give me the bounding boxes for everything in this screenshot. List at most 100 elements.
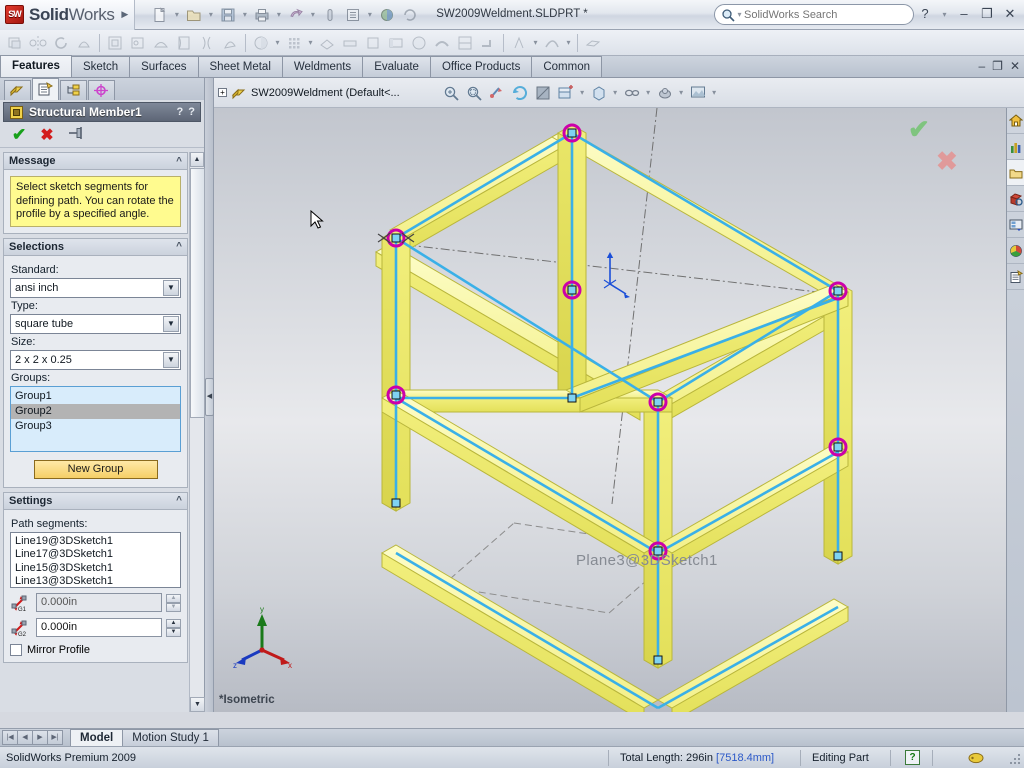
- tab-motion-study-1[interactable]: Motion Study 1: [122, 729, 219, 746]
- rotate-view-icon[interactable]: [509, 82, 531, 104]
- zoom-in-out-icon[interactable]: [486, 82, 508, 104]
- draft-icon[interactable]: [127, 32, 149, 54]
- instant3d-caret-icon[interactable]: ▾: [531, 38, 540, 47]
- display-style-view-caret-icon[interactable]: ▾: [611, 88, 620, 97]
- path-segments-listbox[interactable]: Line19@3DSketch1 Line17@3DSketch1 Line15…: [10, 532, 181, 588]
- curve-caret-icon[interactable]: ▾: [564, 38, 573, 47]
- trim-extend-icon[interactable]: [362, 32, 384, 54]
- whats-new-help-icon[interactable]: ?: [177, 106, 184, 118]
- undo-caret-icon[interactable]: ▾: [308, 10, 317, 19]
- flex-icon[interactable]: [196, 32, 218, 54]
- scroll-up-arrow-icon[interactable]: ▲: [190, 152, 204, 167]
- reference-geometry-icon[interactable]: [582, 32, 604, 54]
- settings-section-header[interactable]: Settings ^: [4, 493, 187, 510]
- tab-surfaces[interactable]: Surfaces: [129, 56, 198, 77]
- document-restore-button[interactable]: ❐: [992, 59, 1003, 73]
- feature-manager-tree-tab[interactable]: [4, 80, 31, 100]
- frame-member-mid-cross-left[interactable]: [382, 390, 658, 567]
- list-item[interactable]: Group1: [11, 389, 180, 404]
- tab-features[interactable]: Features: [0, 55, 72, 77]
- document-minimize-button[interactable]: –: [978, 59, 985, 73]
- configuration-manager-tab[interactable]: [60, 80, 87, 100]
- size-chevron-down-icon[interactable]: ▼: [163, 352, 179, 368]
- gusset-icon[interactable]: [408, 32, 430, 54]
- mirror-profile-row[interactable]: Mirror Profile: [10, 644, 181, 656]
- list-item[interactable]: Line17@3DSketch1: [15, 548, 176, 562]
- display-style-icon[interactable]: [250, 32, 272, 54]
- task-pane-custom-properties-icon[interactable]: [1007, 264, 1024, 290]
- new-document-caret-icon[interactable]: ▾: [172, 10, 181, 19]
- cancel-button[interactable]: ✖: [40, 125, 53, 145]
- tab-common[interactable]: Common: [531, 56, 602, 77]
- selections-collapse-chevron-icon[interactable]: ^: [176, 241, 182, 252]
- keep-visible-pin-icon[interactable]: [68, 126, 86, 143]
- curve-icon[interactable]: [541, 32, 563, 54]
- task-pane-scenes-icon[interactable]: [1007, 238, 1024, 264]
- resize-grip[interactable]: [1010, 754, 1022, 766]
- standard-chevron-down-icon[interactable]: ▼: [163, 280, 179, 296]
- edit-appearance-icon[interactable]: [654, 82, 676, 104]
- dimxpert-manager-tab[interactable]: [88, 80, 115, 100]
- select-icon[interactable]: [319, 4, 340, 25]
- selections-section-header[interactable]: Selections ^: [4, 239, 187, 256]
- close-button[interactable]: ✕: [1002, 6, 1018, 22]
- task-pane-design-library-icon[interactable]: [1007, 134, 1024, 160]
- tab-model[interactable]: Model: [70, 729, 123, 746]
- sheet-metal-icon[interactable]: [477, 32, 499, 54]
- save-caret-icon[interactable]: ▾: [240, 10, 249, 19]
- weldment-icon[interactable]: [316, 32, 338, 54]
- section-view-icon[interactable]: [532, 82, 554, 104]
- open-caret-icon[interactable]: ▾: [206, 10, 215, 19]
- list-item[interactable]: Group3: [11, 419, 180, 434]
- end-cap-icon[interactable]: [385, 32, 407, 54]
- print-icon[interactable]: [251, 4, 272, 25]
- help-icon[interactable]: ?: [188, 106, 195, 118]
- zoom-to-area-icon[interactable]: [463, 82, 485, 104]
- type-chevron-down-icon[interactable]: ▼: [163, 316, 179, 332]
- options-caret-icon[interactable]: ▾: [365, 10, 374, 19]
- weld-bead-icon[interactable]: [431, 32, 453, 54]
- print-caret-icon[interactable]: ▾: [274, 10, 283, 19]
- cut-list-icon[interactable]: [454, 32, 476, 54]
- help-button[interactable]: ?: [917, 6, 933, 22]
- graphics-viewport[interactable]: Plane3@3DSketch1 ✔ ✖ y x z *Isometric: [214, 108, 1006, 712]
- edit-part-icon[interactable]: [4, 32, 26, 54]
- mirror-profile-checkbox[interactable]: [10, 644, 22, 656]
- property-manager-scrollbar[interactable]: ▲ ▼: [189, 152, 204, 712]
- options-icon[interactable]: [342, 4, 363, 25]
- edit-appearance-caret-icon[interactable]: ▾: [677, 88, 686, 97]
- menu-expand-caret-icon[interactable]: ▶: [121, 9, 128, 20]
- standard-select[interactable]: ansi inch ▼: [10, 278, 181, 298]
- status-help-icon[interactable]: ?: [905, 750, 920, 765]
- minimize-button[interactable]: –: [956, 6, 972, 22]
- ok-button[interactable]: ✔: [12, 125, 26, 145]
- wrap-icon[interactable]: [173, 32, 195, 54]
- tab-office-products[interactable]: Office Products: [430, 56, 532, 77]
- document-close-button[interactable]: ✕: [1010, 59, 1020, 73]
- hide-show-caret-icon[interactable]: ▾: [644, 88, 653, 97]
- save-icon[interactable]: [217, 4, 238, 25]
- circular-pattern-icon[interactable]: [50, 32, 72, 54]
- tab-nav-next-button[interactable]: ▶: [32, 730, 48, 745]
- search-dropdown-caret-icon[interactable]: ▾: [735, 10, 744, 19]
- structural-member-icon[interactable]: [339, 32, 361, 54]
- flyout-feature-tree-root[interactable]: + SW2009Weldment (Default<...: [214, 86, 400, 100]
- tab-nav-last-button[interactable]: ▶|: [47, 730, 63, 745]
- rib-icon[interactable]: [150, 32, 172, 54]
- tab-nav-prev-button[interactable]: ◀: [17, 730, 33, 745]
- search-input[interactable]: [744, 9, 892, 21]
- expand-tree-icon[interactable]: +: [218, 88, 227, 97]
- zoom-to-fit-icon[interactable]: [440, 82, 462, 104]
- tab-sheet-metal[interactable]: Sheet Metal: [198, 56, 283, 77]
- property-manager-tab[interactable]: [32, 78, 59, 100]
- scrollbar-thumb[interactable]: [190, 168, 205, 418]
- new-group-button[interactable]: New Group: [34, 460, 158, 479]
- open-document-icon[interactable]: [183, 4, 204, 25]
- confirm-cancel-icon[interactable]: ✖: [936, 146, 958, 177]
- type-select[interactable]: square tube ▼: [10, 314, 181, 334]
- tab-evaluate[interactable]: Evaluate: [362, 56, 431, 77]
- solidworks-logo[interactable]: SW SolidWorks ▶: [0, 0, 135, 30]
- apply-scene-caret-icon[interactable]: ▾: [710, 88, 719, 97]
- view-orientation-icon[interactable]: [555, 82, 577, 104]
- intersect-icon[interactable]: [219, 32, 241, 54]
